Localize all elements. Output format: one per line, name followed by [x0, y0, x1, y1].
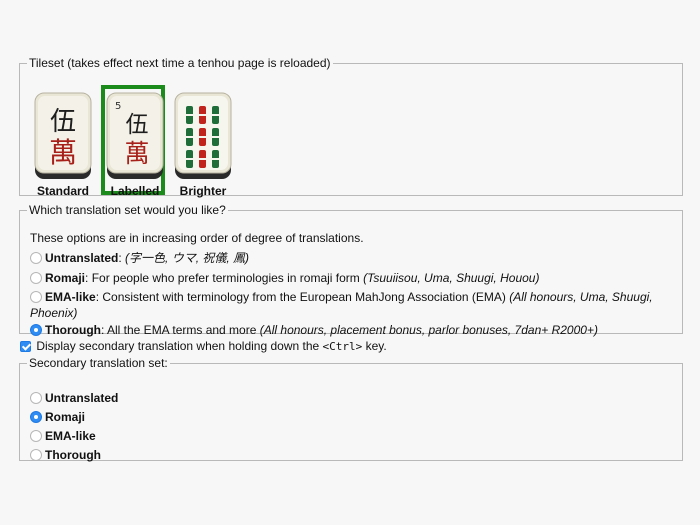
toggle-text-after: key.	[362, 339, 387, 353]
tileset-option-standard[interactable]: 伍 萬 Standard	[34, 88, 102, 203]
secondary-translation-group: Secondary translation set: Untranslated …	[19, 356, 683, 463]
toggle-text-before: Display secondary translation when holdi…	[36, 339, 323, 353]
secondary-legend: Secondary translation set:	[29, 356, 168, 370]
tile-char-top: 伍	[126, 112, 149, 138]
option-label: EMA-like	[45, 429, 96, 443]
tileset-option-brighter[interactable]: Brighter	[174, 88, 242, 203]
tile-5-man-icon: 伍 萬	[34, 92, 92, 179]
tileset-options: 伍 萬 Standard 5 伍 萬 Labelled Brighter	[34, 85, 674, 203]
secondary-option-thorough[interactable]: Thorough	[30, 447, 670, 463]
radio-untranslated[interactable]	[30, 252, 42, 264]
translation-option-romaji[interactable]: Romaji: For people who prefer terminolog…	[30, 270, 670, 286]
option-label: Untranslated	[45, 391, 119, 405]
tileset-legend: Tileset (takes effect next time a tenhou…	[29, 56, 331, 70]
option-desc: Consistent with terminology from the Eur…	[102, 290, 510, 304]
option-desc: All the EMA terms and more	[107, 323, 260, 337]
secondary-translation-toggle[interactable]: Display secondary translation when holdi…	[20, 339, 387, 353]
secondary-option-ema-like[interactable]: EMA-like	[30, 428, 670, 444]
option-separator: :	[85, 271, 92, 285]
option-name: Untranslated	[45, 251, 119, 265]
option-examples: (字一色, ウマ, 祝儀, 鳳)	[125, 251, 250, 265]
secondary-option-untranslated[interactable]: Untranslated	[30, 390, 670, 406]
translation-group: Which translation set would you like? Th…	[19, 203, 683, 337]
tile-char-bottom: 萬	[49, 136, 77, 169]
radio-secondary-ema-like[interactable]	[30, 430, 42, 442]
radio-ema-like[interactable]	[30, 291, 42, 303]
tile-corner-label: 5	[115, 101, 121, 112]
tile-char-bottom: 萬	[124, 139, 149, 168]
tileset-group: Tileset (takes effect next time a tenhou…	[19, 56, 683, 198]
option-name: Thorough	[45, 323, 101, 337]
radio-thorough[interactable]	[30, 324, 42, 336]
tileset-label-labelled: Labelled	[110, 184, 160, 198]
translation-option-ema-like[interactable]: EMA-like: Consistent with terminology fr…	[30, 289, 666, 321]
option-desc: For people who prefer terminologies in r…	[91, 271, 364, 285]
tileset-label-brighter: Brighter	[179, 184, 227, 198]
ctrl-key-label: <Ctrl>	[322, 340, 363, 353]
translation-option-untranslated[interactable]: Untranslated: (字一色, ウマ, 祝儀, 鳳)	[30, 250, 670, 266]
radio-secondary-thorough[interactable]	[30, 449, 42, 461]
translation-option-thorough[interactable]: Thorough: All the EMA terms and more (Al…	[30, 322, 670, 338]
option-label: Romaji	[45, 410, 86, 424]
radio-secondary-untranslated[interactable]	[30, 392, 42, 404]
option-label: Thorough	[45, 448, 101, 462]
option-name: EMA-like	[45, 290, 96, 304]
radio-romaji[interactable]	[30, 272, 42, 284]
option-examples: (All honours, placement bonus, parlor bo…	[259, 323, 598, 337]
option-examples: (Tsuuiisou, Uma, Shuugi, Houou)	[363, 271, 540, 285]
secondary-translation-checkbox[interactable]	[20, 341, 31, 352]
translation-legend: Which translation set would you like?	[29, 203, 226, 217]
option-name: Romaji	[45, 271, 86, 285]
tile-5-man-labelled-icon: 5 伍 萬	[106, 92, 164, 179]
tileset-label-standard: Standard	[36, 184, 89, 198]
tile-bamboo-icon	[174, 92, 232, 179]
secondary-option-romaji[interactable]: Romaji	[30, 409, 670, 425]
tile-char-top: 伍	[50, 107, 76, 137]
translation-intro: These options are in increasing order of…	[30, 231, 364, 245]
radio-secondary-romaji[interactable]	[30, 411, 42, 423]
